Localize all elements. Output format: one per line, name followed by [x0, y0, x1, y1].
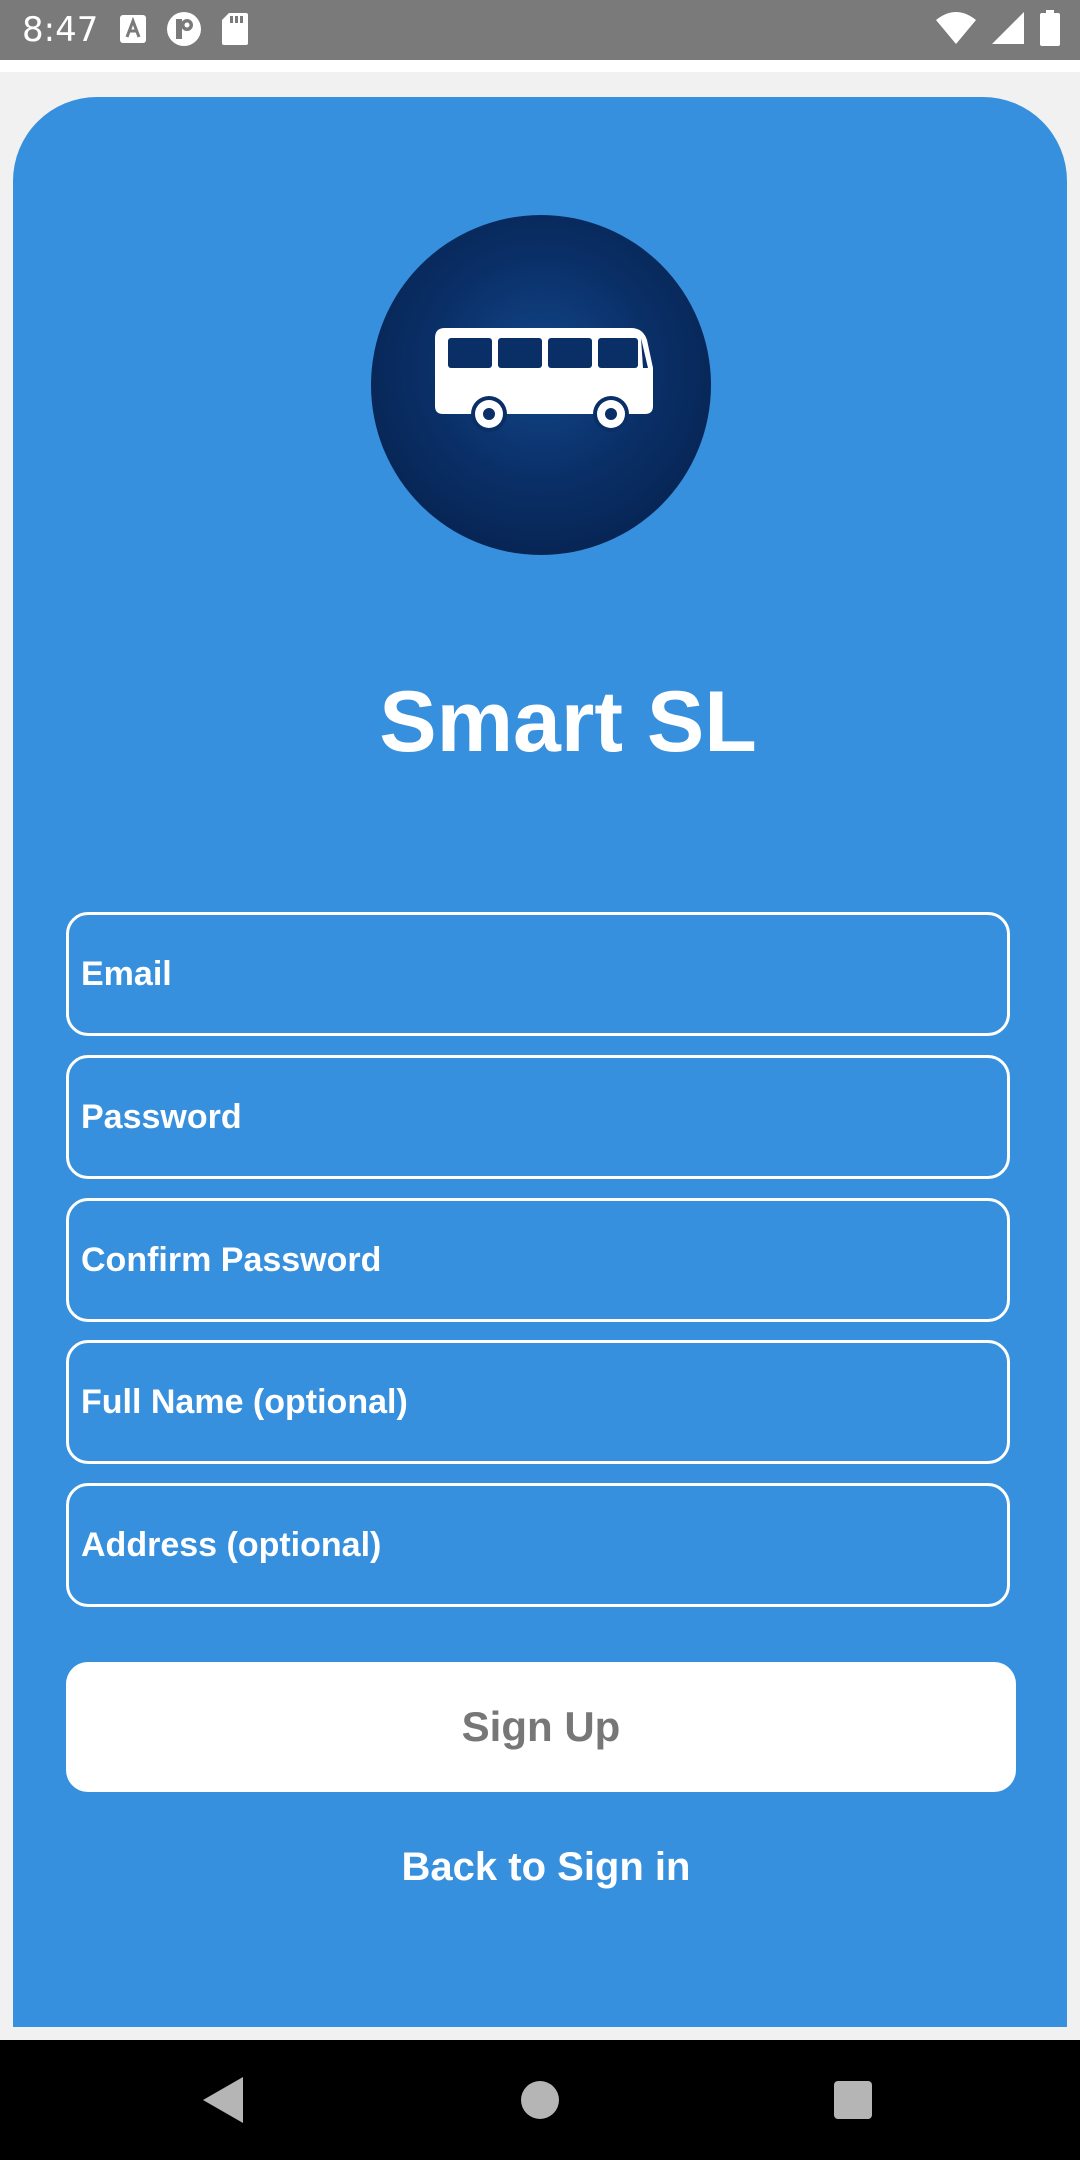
signup-card: Smart SL Sign Up Back to Sign in [13, 97, 1067, 2027]
sd-card-icon [222, 12, 248, 50]
signup-button[interactable]: Sign Up [66, 1662, 1016, 1792]
confirm-password-input[interactable] [81, 1240, 1007, 1280]
status-notification-icons [120, 11, 248, 50]
battery-icon [1040, 9, 1060, 51]
home-circle-icon[interactable] [521, 2081, 559, 2119]
screen: 8:47 Smart SL Email Full Name (optional)… [0, 0, 1080, 2160]
status-system-icons [936, 9, 1060, 51]
navigation-bar [0, 2040, 1080, 2160]
app-logo [371, 215, 711, 555]
back-to-signin-link[interactable]: Back to Sign in [13, 1842, 1079, 1892]
full-name-field[interactable] [66, 1340, 1010, 1464]
password-field[interactable] [66, 1055, 1010, 1179]
wifi-icon [936, 11, 976, 49]
full-name-input[interactable] [81, 1382, 1007, 1422]
confirm-password-field[interactable] [66, 1198, 1010, 1322]
top-divider [0, 60, 1080, 72]
email-field[interactable] [66, 912, 1010, 1036]
status-bar: 8:47 [0, 0, 1080, 60]
a-badge-icon [120, 14, 146, 48]
p-circle-icon [166, 11, 202, 52]
signal-icon [992, 11, 1024, 49]
status-time: 8:47 [22, 10, 99, 50]
address-input[interactable] [81, 1525, 1007, 1565]
address-field[interactable] [66, 1483, 1010, 1607]
recents-square-icon[interactable] [834, 2081, 872, 2119]
app-title: Smart SL [379, 674, 757, 770]
back-triangle-icon[interactable] [203, 2077, 247, 2123]
password-input[interactable] [81, 1097, 1007, 1137]
bus-icon [421, 327, 661, 443]
email-input[interactable] [81, 954, 1007, 994]
